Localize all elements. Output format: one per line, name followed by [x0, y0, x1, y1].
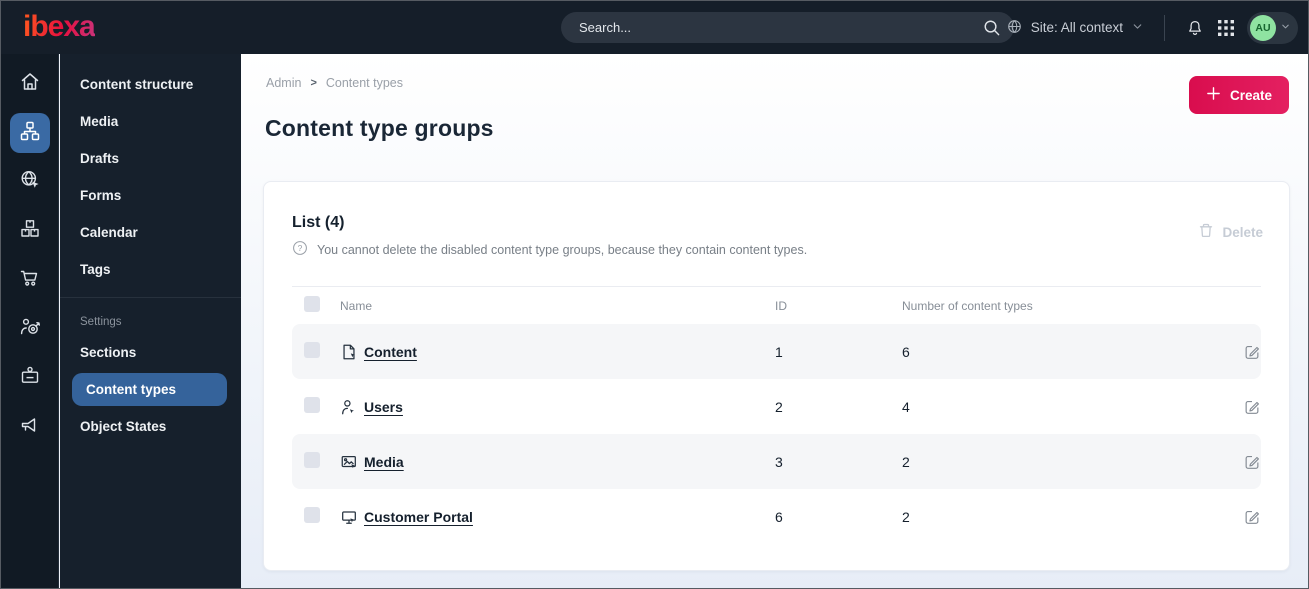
notifications-bell-icon[interactable] [1185, 18, 1205, 38]
sidebar-item-content-structure[interactable]: Content structure [60, 66, 241, 103]
table-row: Users 2 4 [292, 379, 1261, 434]
sidebar-item-sections[interactable]: Sections [60, 334, 241, 371]
trash-icon [1198, 222, 1214, 242]
breadcrumb: Admin > Content types [266, 76, 403, 90]
sidebar-settings-label: Settings [80, 316, 122, 328]
content-type-groups-card: List (4) ? You cannot delete the disable… [263, 181, 1290, 571]
sidebar-item-tags[interactable]: Tags [60, 251, 241, 288]
person-target-icon [18, 315, 42, 344]
group-id: 3 [775, 453, 783, 470]
edit-icon[interactable] [1243, 343, 1261, 361]
chevron-down-icon [1280, 19, 1291, 37]
list-title: List (4) [292, 214, 345, 231]
breadcrumb-separator: > [310, 77, 317, 89]
group-count: 2 [902, 508, 910, 525]
ibexa-logo[interactable]: ibexa [23, 10, 96, 44]
app-window: ibexa Site: All context [0, 0, 1309, 589]
edit-icon[interactable] [1243, 508, 1261, 526]
app-grid-icon[interactable] [1217, 19, 1235, 37]
sidebar-item-content-types[interactable]: Content types [72, 373, 227, 406]
topbar-divider [1164, 14, 1165, 41]
sidebar-item-forms[interactable]: Forms [60, 177, 241, 214]
user-icon [340, 398, 364, 416]
sitemap-icon [18, 119, 42, 148]
home-icon [18, 70, 42, 99]
group-id: 2 [775, 398, 783, 415]
search-input[interactable] [561, 12, 1014, 43]
table-row: Content 1 6 [292, 324, 1261, 379]
cart-icon [18, 266, 42, 295]
create-button[interactable]: Create [1188, 76, 1289, 114]
file-icon [340, 343, 364, 361]
table-row: Media 3 2 [292, 434, 1261, 489]
row-checkbox[interactable] [304, 507, 320, 523]
group-link[interactable]: Content [364, 344, 417, 360]
sidebar-item-object-states[interactable]: Object States [60, 408, 241, 445]
rail-item-content[interactable] [9, 113, 50, 153]
sidebar-item-drafts[interactable]: Drafts [60, 140, 241, 177]
group-id: 1 [775, 343, 783, 360]
delete-button-label: Delete [1222, 224, 1263, 240]
sidebar: Content structure Media Drafts Forms Cal… [60, 54, 241, 588]
list-hint-text: You cannot delete the disabled content t… [317, 242, 808, 257]
image-icon [340, 453, 364, 471]
list-hint: ? You cannot delete the disabled content… [292, 240, 1261, 259]
module-rail [1, 54, 59, 588]
question-circle-icon: ? [292, 240, 308, 259]
monitor-icon [340, 508, 364, 526]
table-header: Name ID Number of content types [292, 286, 1261, 324]
column-header-count: Number of content types [902, 298, 1033, 313]
edit-icon[interactable] [1243, 398, 1261, 416]
svg-text:?: ? [298, 243, 303, 253]
sidebar-item-media[interactable]: Media [60, 103, 241, 140]
boxes-icon [18, 217, 42, 246]
page-title: Content type groups [265, 115, 494, 141]
delete-button[interactable]: Delete [1198, 222, 1263, 242]
rail-item-dashboard[interactable] [10, 64, 50, 104]
row-checkbox[interactable] [304, 397, 320, 413]
rail-item-commerce[interactable] [10, 260, 50, 300]
badge-icon [18, 364, 42, 393]
group-id: 6 [775, 508, 783, 525]
sidebar-divider [60, 297, 241, 298]
breadcrumb-content-types: Content types [325, 76, 404, 90]
select-all-checkbox[interactable] [304, 296, 320, 312]
group-count: 4 [902, 398, 910, 415]
row-checkbox[interactable] [304, 342, 320, 358]
top-bar: ibexa Site: All context [1, 1, 1308, 54]
main-content: Admin > Content types Create Content typ… [241, 54, 1308, 588]
plus-icon [1206, 86, 1221, 104]
avatar: AU [1250, 14, 1276, 41]
edit-icon[interactable] [1243, 453, 1261, 471]
group-link[interactable]: Media [364, 454, 404, 470]
site-context-label: Site: All context [1030, 20, 1123, 35]
rail-item-personalization[interactable] [10, 309, 50, 349]
row-checkbox[interactable] [304, 452, 320, 468]
create-button-label: Create [1229, 87, 1272, 103]
global-search [561, 12, 1014, 43]
megaphone-icon [18, 413, 42, 442]
rail-item-marketing[interactable] [10, 407, 50, 447]
group-count: 6 [902, 343, 910, 360]
column-header-name: Name [340, 298, 373, 313]
chevron-down-icon [1131, 20, 1144, 36]
rail-item-admin[interactable] [10, 358, 50, 398]
breadcrumb-admin[interactable]: Admin [266, 76, 301, 90]
column-header-id: ID [775, 298, 787, 313]
sidebar-item-calendar[interactable]: Calendar [60, 214, 241, 251]
group-link[interactable]: Customer Portal [364, 509, 473, 525]
rail-item-site[interactable] [10, 162, 50, 202]
table-row: Customer Portal 6 2 [292, 489, 1261, 544]
group-count: 2 [902, 453, 910, 470]
site-context-dropdown[interactable]: Site: All context [1006, 18, 1144, 38]
group-link[interactable]: Users [364, 399, 403, 415]
user-menu[interactable]: AU [1247, 11, 1298, 44]
globe-cursor-icon [18, 168, 42, 197]
topbar-right-cluster: Site: All context AU [1006, 1, 1298, 54]
search-icon[interactable] [982, 18, 1001, 42]
globe-icon [1006, 18, 1023, 38]
rail-item-products[interactable] [10, 211, 50, 251]
content-type-groups-table: Name ID Number of content types Content … [292, 286, 1261, 544]
